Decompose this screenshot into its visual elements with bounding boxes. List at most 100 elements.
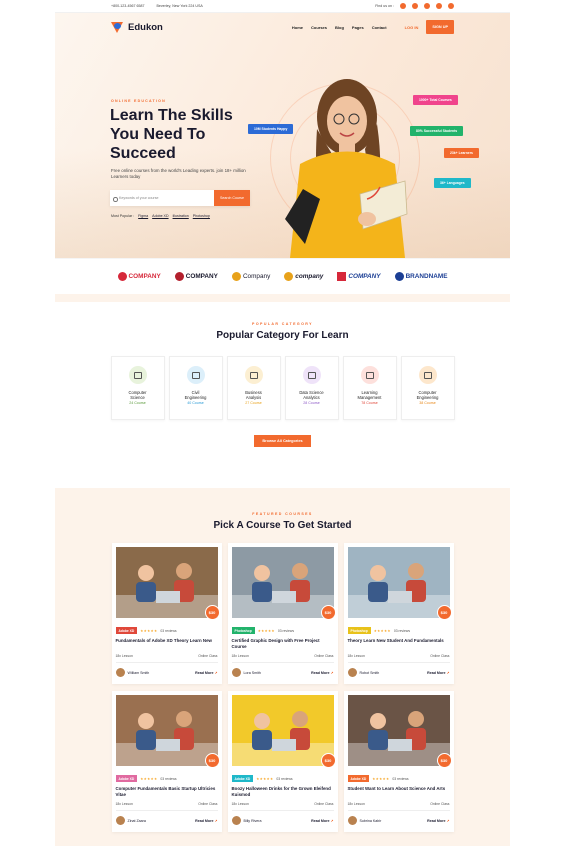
- brand-logo: Company: [231, 272, 271, 281]
- course-title[interactable]: Computer Fundamentals Basic Startup Ultr…: [116, 786, 218, 797]
- course-tag[interactable]: Adobe XD: [231, 775, 254, 782]
- logo-icon: [111, 21, 124, 33]
- course-tag[interactable]: Adobe XD: [115, 775, 138, 782]
- course-image: [115, 695, 218, 766]
- menu-home[interactable]: Home: [292, 25, 303, 30]
- course-title[interactable]: Fundamentals of Adobe XD Theory Learn Ne…: [116, 638, 218, 649]
- rating-stars-icon: ★★★★★: [140, 628, 158, 633]
- menu-blog[interactable]: Blog: [335, 25, 344, 30]
- brand-name: COMPANY: [128, 273, 161, 280]
- menu-pages[interactable]: Pages: [352, 25, 364, 30]
- category-name: Computer Engineering: [416, 390, 439, 400]
- read-more-link[interactable]: Read More: [427, 819, 449, 823]
- address-text: Beverley, New York 224 USA: [156, 4, 203, 8]
- rss-icon[interactable]: [448, 3, 454, 9]
- author-name[interactable]: Lora Smith: [244, 671, 261, 675]
- read-more-link[interactable]: Read More: [427, 671, 449, 675]
- course-card[interactable]: $30 Adobe XD ★★★★★ 03 reviews Student Wa…: [343, 691, 454, 832]
- course-info: 18x Lesson Online Class: [347, 802, 450, 811]
- course-card[interactable]: $30 Photoshop ★★★★★ 03 reviews Theory Le…: [343, 543, 454, 684]
- class-mode: Online Class: [430, 802, 450, 806]
- category-card[interactable]: Civil Engineering 40 Course: [168, 356, 223, 420]
- course-tag[interactable]: Adobe XD: [347, 775, 370, 782]
- courses-title: Pick A Course To Get Started: [213, 520, 352, 531]
- rating-stars-icon: ★★★★★: [257, 628, 275, 633]
- menu-courses[interactable]: Courses: [311, 25, 327, 30]
- logo[interactable]: Edukon: [111, 21, 163, 33]
- popular-tag-photoshop[interactable]: Photoshop: [193, 214, 210, 218]
- course-image: [231, 695, 334, 766]
- avatar: [347, 816, 357, 825]
- author-name[interactable]: Subrina Kabir: [360, 819, 382, 823]
- courses-section: FEATURED COURSES Pick A Course To Get St…: [55, 488, 510, 846]
- category-card[interactable]: Business Analysis 27 Course: [226, 356, 281, 420]
- read-more-link[interactable]: Read More: [195, 671, 217, 675]
- linkedin-icon[interactable]: [424, 3, 430, 9]
- category-count: 28 Course: [303, 401, 320, 405]
- course-card[interactable]: $30 Adobe XD ★★★★★ 03 reviews Computer F…: [111, 691, 222, 832]
- search-course-button[interactable]: Search Course: [214, 190, 250, 206]
- stat-pill: 23k+ Learners: [444, 148, 479, 158]
- course-title[interactable]: Certified Graphic Design with Free Proje…: [232, 638, 334, 649]
- hero-section: Edukon Home Courses Blog Pages Contact L…: [55, 13, 510, 258]
- brand-icon: [174, 272, 184, 281]
- brand-strip: COMPANY COMPANY Company company COMPANY …: [55, 258, 510, 302]
- signup-button[interactable]: SIGN UP: [426, 20, 454, 34]
- author-name[interactable]: William Smith: [128, 671, 150, 675]
- find-us-label: Find us on :: [375, 4, 394, 8]
- hero-title: Learn The Skills You Need To Succeed: [110, 107, 233, 162]
- course-tag[interactable]: Photoshop: [231, 627, 255, 634]
- course-card[interactable]: $30 Adobe XD ★★★★★ 03 reviews Boozy Hall…: [227, 691, 338, 832]
- category-card[interactable]: Learning Management 78 Course: [342, 356, 397, 420]
- course-tag[interactable]: Adobe XD: [115, 627, 138, 634]
- course-title[interactable]: Student Want to Learn About Science And …: [348, 786, 450, 797]
- login-button[interactable]: LOG IN: [405, 25, 419, 30]
- review-count: 03 reviews: [393, 628, 411, 633]
- brand-logo: BRANDNAME: [394, 272, 447, 281]
- course-card[interactable]: $30 Photoshop ★★★★★ 03 reviews Certified…: [227, 543, 338, 684]
- read-more-link[interactable]: Read More: [195, 819, 217, 823]
- search-input[interactable]: Keywords of your course: [110, 196, 214, 202]
- read-more-link[interactable]: Read More: [311, 819, 333, 823]
- course-footer: Zinat Zaara Read More: [115, 816, 218, 825]
- course-card[interactable]: $30 Adobe XD ★★★★★ 03 reviews Fundamenta…: [111, 543, 222, 684]
- review-count: 03 reviews: [276, 776, 293, 781]
- author-name[interactable]: Robot Smith: [360, 671, 380, 675]
- category-card[interactable]: Data Science Analytics 28 Course: [284, 356, 339, 420]
- course-title[interactable]: Theory Learn New Student And Fundamental…: [348, 638, 450, 649]
- course-footer: Billy Rivera Read More: [231, 816, 334, 825]
- menu-contact[interactable]: Contact: [372, 25, 387, 30]
- menu: Home Courses Blog Pages Contact LOG IN S…: [292, 20, 454, 34]
- lesson-count: 18x Lesson: [115, 802, 133, 806]
- category-card[interactable]: Computer Science 24 Course: [110, 356, 165, 420]
- category-card[interactable]: Computer Engineering 38 Course: [400, 356, 455, 420]
- category-name: Computer Science: [128, 390, 147, 400]
- course-photo: [347, 695, 450, 766]
- popular-label: Most Popular :: [111, 214, 135, 218]
- course-footer: Robot Smith Read More: [347, 668, 450, 677]
- course-tag[interactable]: Photoshop: [347, 627, 371, 634]
- read-more-link[interactable]: Read More: [311, 671, 333, 675]
- author-name[interactable]: Zinat Zaara: [128, 819, 146, 823]
- facebook-icon[interactable]: [400, 3, 406, 9]
- price-badge: $30: [436, 605, 452, 620]
- instagram-icon[interactable]: [436, 3, 442, 9]
- popular-tag-adobe-xd[interactable]: Adobe XD: [152, 214, 168, 218]
- course-title[interactable]: Boozy Halloween Drinks for the Grown Ele…: [232, 786, 334, 797]
- class-mode: Online Class: [198, 654, 218, 658]
- twitter-icon[interactable]: [412, 3, 418, 9]
- class-mode: Online Class: [314, 654, 334, 658]
- course-photo: [231, 547, 334, 618]
- author-name[interactable]: Billy Rivera: [244, 819, 262, 823]
- category-title: Popular Category For Learn: [216, 330, 349, 341]
- logo-text: Edukon: [128, 21, 163, 33]
- brand-name: Company: [242, 273, 271, 280]
- lesson-count: 18x Lesson: [347, 802, 365, 806]
- browse-categories-button[interactable]: Browse All Categories: [254, 435, 311, 447]
- course-meta: Adobe XD ★★★★★ 03 reviews: [231, 775, 334, 782]
- popular-tag-illustration[interactable]: illustration: [173, 214, 189, 218]
- learning-icon: [360, 366, 379, 384]
- course-footer: Subrina Kabir Read More: [347, 816, 450, 825]
- popular-tag-figma[interactable]: Figma: [138, 214, 148, 218]
- course-image: [115, 547, 218, 618]
